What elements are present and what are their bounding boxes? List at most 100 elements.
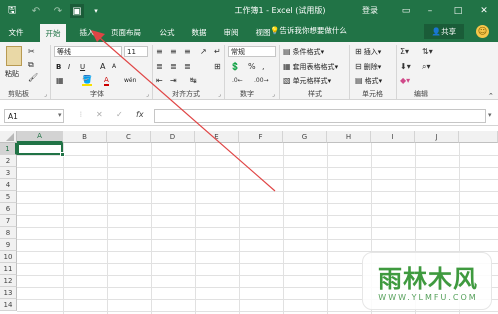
feedback-smiley-icon[interactable]: ☺ [476, 25, 489, 38]
number-format-select[interactable]: 常规 [228, 46, 276, 57]
increase-indent-icon[interactable]: ⇥ [170, 75, 177, 86]
column-header[interactable]: D [151, 131, 195, 143]
decrease-indent-icon[interactable]: ⇤ [156, 75, 163, 86]
phonetic-button[interactable]: wén [124, 75, 136, 86]
undo-icon[interactable]: ↶ [30, 4, 42, 18]
merge-center-icon[interactable]: ⊞ [214, 61, 221, 72]
find-select-icon[interactable]: ⌕▾ [422, 61, 431, 72]
insert-cells-button[interactable]: ⊞ 插入 ▾ [355, 46, 381, 57]
row-header[interactable]: 5 [0, 191, 17, 203]
delete-cells-button[interactable]: ⊟ 删除 ▾ [355, 61, 381, 72]
column-header[interactable]: B [63, 131, 107, 143]
enter-icon[interactable]: ✓ [116, 110, 123, 119]
active-cell-a1[interactable] [17, 143, 63, 155]
align-top-icon[interactable]: ≡ [156, 46, 163, 57]
tab-home[interactable]: 开始 [40, 24, 66, 42]
format-cells-button[interactable]: ▤ 格式 ▾ [355, 75, 382, 86]
number-launcher-icon[interactable]: ⌟ [272, 91, 275, 98]
font-size-select[interactable]: 11 [124, 46, 148, 57]
alignment-launcher-icon[interactable]: ⌟ [218, 91, 221, 98]
row-header[interactable]: 4 [0, 179, 17, 191]
row-header[interactable]: 2 [0, 155, 17, 167]
percent-icon[interactable]: % [248, 61, 256, 72]
tab-data[interactable]: 数据 [186, 22, 212, 42]
accounting-format-icon[interactable]: 💲 [230, 61, 240, 72]
tell-me-search[interactable]: 💡告诉我你想要做什么 [270, 25, 347, 36]
format-painter-icon[interactable]: 🖌 [28, 72, 38, 83]
font-name-select[interactable]: 等线 [54, 46, 122, 57]
copy-icon[interactable]: ⧉ [28, 59, 34, 70]
row-header[interactable]: 1 [0, 143, 17, 155]
fill-handle[interactable] [60, 152, 65, 157]
wrap-text-icon[interactable]: ↵ [214, 46, 221, 57]
cancel-icon[interactable]: ✕ [96, 110, 103, 119]
row-header[interactable]: 8 [0, 227, 17, 239]
fill-icon[interactable]: ⬇▾ [400, 61, 411, 72]
italic-button[interactable]: I [68, 61, 70, 72]
align-middle-icon[interactable]: ≡ [170, 46, 177, 57]
quick-access-icon[interactable]: ▣ [70, 4, 84, 18]
row-header[interactable]: 9 [0, 239, 17, 251]
font-launcher-icon[interactable]: ⌟ [146, 91, 149, 98]
font-color-button[interactable]: A [104, 75, 109, 86]
tab-page-layout[interactable]: 页面布局 [108, 22, 144, 42]
row-header[interactable]: 13 [0, 287, 17, 299]
row-header[interactable]: 6 [0, 203, 17, 215]
align-bottom-icon[interactable]: ≡ [184, 46, 191, 57]
column-header[interactable]: H [327, 131, 371, 143]
row-header[interactable]: 3 [0, 167, 17, 179]
column-header-partial[interactable] [459, 131, 498, 143]
conditional-format-button[interactable]: ▤ 条件格式 ▾ [283, 46, 324, 57]
increase-decimal-icon[interactable]: .0← [232, 75, 243, 86]
minimize-icon[interactable]: – [422, 3, 438, 19]
grow-font-button[interactable]: A [100, 61, 105, 72]
row-header[interactable]: 12 [0, 275, 17, 287]
save-icon[interactable]: 🖫 [6, 4, 18, 18]
name-box[interactable]: A1 [4, 109, 64, 123]
name-box-chevron-icon[interactable]: ▾ [58, 111, 62, 119]
column-header[interactable]: F [239, 131, 283, 143]
underline-button[interactable]: U [80, 61, 85, 72]
maximize-icon[interactable]: □ [450, 3, 466, 19]
comma-style-icon[interactable]: , [262, 61, 265, 72]
tab-review[interactable]: 审阅 [218, 22, 244, 42]
tab-formulas[interactable]: 公式 [154, 22, 180, 42]
column-header[interactable]: J [415, 131, 459, 143]
select-all-corner[interactable] [0, 131, 17, 143]
column-header[interactable]: C [107, 131, 151, 143]
autosum-icon[interactable]: Σ▾ [400, 46, 409, 57]
cell-styles-button[interactable]: ▧ 单元格样式 ▾ [283, 75, 331, 86]
row-header[interactable]: 7 [0, 215, 17, 227]
clear-icon[interactable]: ◆▾ [400, 75, 410, 86]
paste-icon[interactable] [6, 46, 22, 66]
align-left-icon[interactable]: ≣ [156, 61, 163, 72]
shrink-font-button[interactable]: A [112, 61, 116, 72]
close-icon[interactable]: ✕ [476, 3, 492, 19]
ribbon-display-icon[interactable]: ▭ [398, 3, 414, 19]
sort-filter-icon[interactable]: ⇅▾ [422, 46, 433, 57]
align-right-icon[interactable]: ≣ [184, 61, 191, 72]
redo-icon[interactable]: ↷ [52, 4, 64, 18]
cut-icon[interactable]: ✂ [28, 46, 35, 57]
formula-input[interactable] [154, 109, 486, 123]
align-center-icon[interactable]: ≣ [170, 61, 177, 72]
row-header[interactable]: 10 [0, 251, 17, 263]
fill-color-icon[interactable]: 🪣 [82, 75, 92, 86]
format-as-table-button[interactable]: ▦ 套用表格格式 ▾ [283, 61, 338, 72]
decrease-decimal-icon[interactable]: .00→ [254, 75, 269, 86]
tab-file[interactable]: 文件 [3, 22, 29, 42]
collapse-ribbon-icon[interactable]: ⌃ [488, 90, 494, 101]
customize-quick-access-icon[interactable]: ▾ [92, 4, 100, 18]
column-header[interactable]: E [195, 131, 239, 143]
share-button[interactable]: 👤 共享 [424, 24, 464, 39]
column-header[interactable]: A [17, 131, 63, 143]
paste-button[interactable]: 粘贴 [5, 69, 19, 79]
borders-icon[interactable]: ▦ [56, 75, 64, 86]
bold-button[interactable]: B [56, 61, 61, 72]
column-header[interactable]: I [371, 131, 415, 143]
insert-function-icon[interactable]: fx [136, 110, 144, 119]
row-header[interactable]: 11 [0, 263, 17, 275]
text-direction-icon[interactable]: ↹ [190, 75, 197, 86]
expand-formula-bar-icon[interactable]: ▾ [488, 111, 492, 119]
tab-insert[interactable]: 插入 [74, 22, 100, 42]
